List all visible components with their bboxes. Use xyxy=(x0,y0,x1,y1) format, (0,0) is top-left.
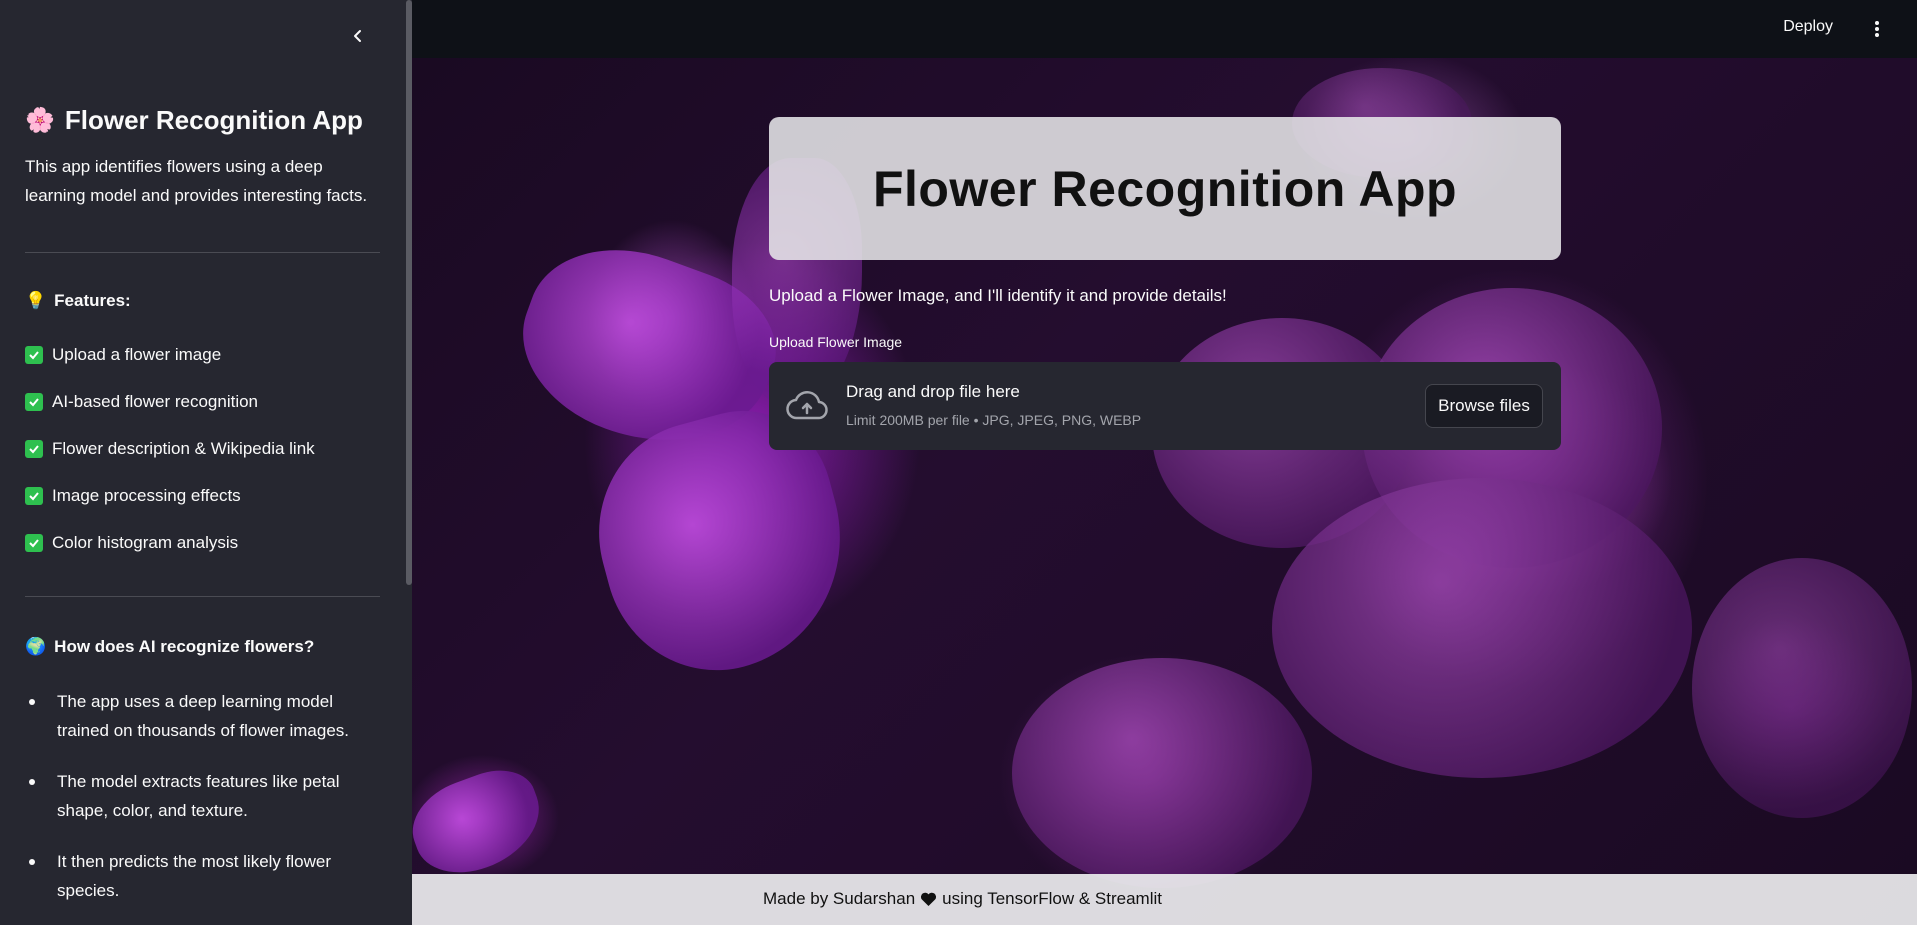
main-menu-button[interactable] xyxy=(1867,18,1887,40)
ai-heading-text: How does AI recognize flowers? xyxy=(54,637,315,656)
feature-label: Upload a flower image xyxy=(52,344,222,364)
footer-text: Made by Sudarshan using TensorFlow & Str… xyxy=(763,889,1162,909)
chevron-left-icon xyxy=(354,30,361,42)
footer: Made by Sudarshan using TensorFlow & Str… xyxy=(412,874,1917,925)
feature-label: Flower description & Wikipedia link xyxy=(52,438,315,458)
feature-item: Upload a flower image xyxy=(25,331,380,378)
feature-list: Upload a flower image AI-based flower re… xyxy=(25,331,380,566)
features-heading-text: Features: xyxy=(54,291,131,310)
feature-item: Color histogram analysis xyxy=(25,519,380,566)
more-vertical-icon xyxy=(1875,21,1879,37)
checkmark-icon xyxy=(25,486,43,505)
checkmark-icon xyxy=(25,345,43,364)
checkmark-icon xyxy=(25,533,43,552)
heart-icon xyxy=(921,892,937,906)
feature-item: Image processing effects xyxy=(25,472,380,519)
globe-icon: 🌍 xyxy=(25,637,47,656)
collapse-sidebar-button[interactable] xyxy=(344,22,372,50)
list-item: The model extracts features like petal s… xyxy=(25,767,375,825)
footer-text-after: using TensorFlow & Streamlit xyxy=(942,889,1162,908)
upload-label: Upload Flower Image xyxy=(769,334,903,350)
sidebar: 🌸 Flower Recognition App This app identi… xyxy=(0,0,412,925)
sidebar-divider xyxy=(25,252,380,253)
sidebar-description: This app identifies flowers using a deep… xyxy=(25,157,368,205)
page-title: Flower Recognition App xyxy=(872,160,1458,217)
feature-item: Flower description & Wikipedia link xyxy=(25,425,380,472)
feature-label: Image processing effects xyxy=(52,485,241,505)
list-item: It then predicts the most likely flower … xyxy=(25,847,375,905)
file-dropzone[interactable]: Drag and drop file here Limit 200MB per … xyxy=(769,362,1561,450)
sidebar-title: 🌸 Flower Recognition App xyxy=(25,102,380,138)
dropzone-title: Drag and drop file here xyxy=(846,382,1020,401)
app-header: Deploy xyxy=(412,0,1917,58)
footer-text-before: Made by Sudarshan xyxy=(763,889,916,908)
feature-label: AI-based flower recognition xyxy=(52,391,259,411)
checkmark-icon xyxy=(25,439,43,458)
ai-heading: 🌍 How does AI recognize flowers? xyxy=(25,637,380,657)
blossom-icon: 🌸 xyxy=(25,106,55,134)
lightbulb-icon: 💡 xyxy=(25,291,47,310)
list-item: The app uses a deep learning model train… xyxy=(25,687,375,745)
subtitle-text: Upload a Flower Image, and I'll identify… xyxy=(769,286,1227,305)
ai-points-list: The app uses a deep learning model train… xyxy=(25,687,380,905)
feature-label: Color histogram analysis xyxy=(52,532,239,552)
deploy-button[interactable]: Deploy xyxy=(1783,18,1833,36)
cloud-upload-icon xyxy=(785,386,829,426)
dropzone-limit: Limit 200MB per file • JPG, JPEG, PNG, W… xyxy=(846,412,1142,428)
checkmark-icon xyxy=(25,392,43,411)
browse-files-button[interactable]: Browse files xyxy=(1425,384,1543,428)
feature-item: AI-based flower recognition xyxy=(25,378,380,425)
sidebar-divider xyxy=(25,596,380,597)
title-card: Flower Recognition App xyxy=(769,117,1561,260)
sidebar-content: 🌸 Flower Recognition App This app identi… xyxy=(25,102,380,925)
main-content: Flower Recognition App Upload a Flower I… xyxy=(412,58,1917,925)
sidebar-title-text: Flower Recognition App xyxy=(64,104,363,135)
features-heading: 💡 Features: xyxy=(25,291,380,311)
